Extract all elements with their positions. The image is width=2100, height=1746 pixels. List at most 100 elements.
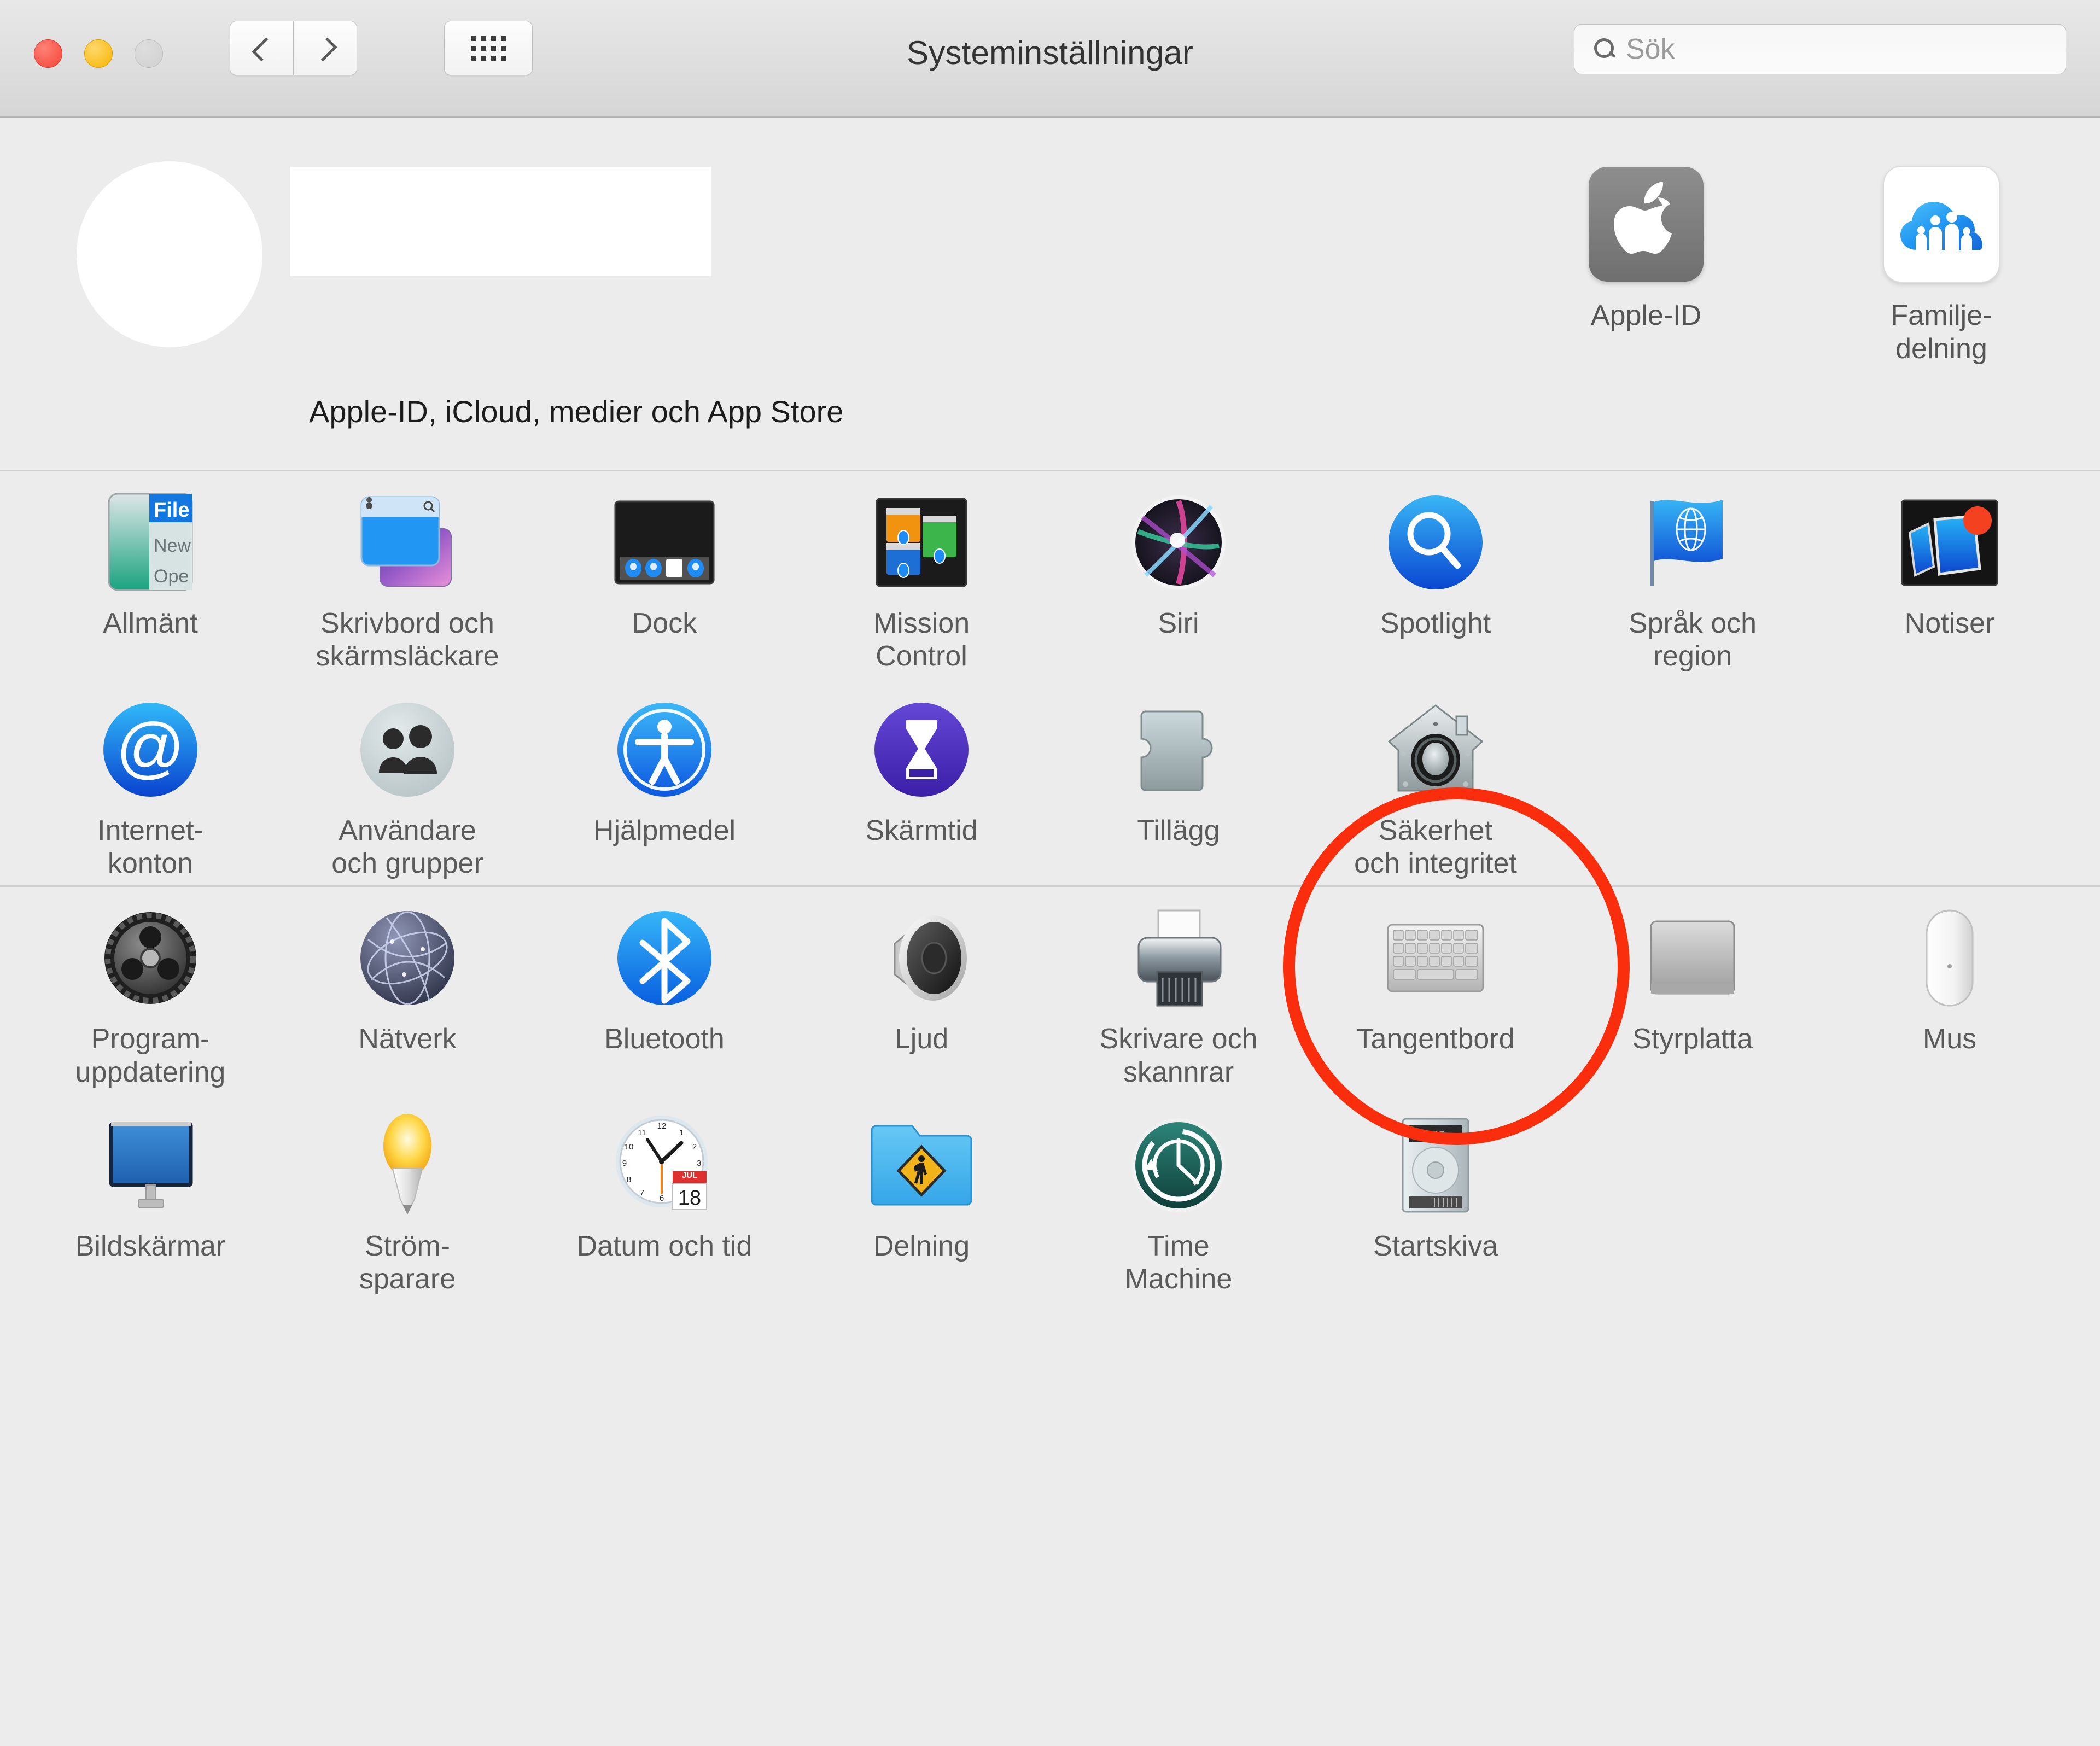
- family-label-line2: delning: [1895, 333, 1987, 365]
- pref-item-ljud[interactable]: Ljud: [793, 887, 1050, 1094]
- label-line1: Skrivbord och: [320, 608, 494, 639]
- pref-label: Allmänt: [103, 607, 197, 640]
- label-line1: Program-: [91, 1023, 210, 1055]
- label-line1: Bildskärmar: [75, 1230, 226, 1262]
- pref-item-tillagg[interactable]: Tillägg: [1050, 679, 1307, 886]
- pref-item-bluetooth[interactable]: Bluetooth: [536, 887, 793, 1094]
- banner-tile-family-sharing[interactable]: Familje-delning: [1827, 161, 2056, 366]
- banner-tile-label: Familje-delning: [1891, 299, 1992, 366]
- pref-item-allmant[interactable]: File New Ope Allmänt: [22, 471, 279, 679]
- pref-label: Dock: [632, 607, 697, 640]
- pref-item-anvandare-grupper[interactable]: Användare och grupper: [279, 679, 536, 886]
- label-line1: Säkerhet: [1378, 814, 1493, 846]
- pref-row: File New Ope Allmänt Skrivbord och skärm…: [0, 471, 2100, 679]
- pref-item-bildskarmar[interactable]: Bildskärmar: [22, 1094, 279, 1301]
- pref-label: Ström-sparare: [359, 1230, 456, 1296]
- pref-label: Skrivbord och skärmsläckare: [316, 607, 499, 673]
- account-subtitle: Apple-ID, iCloud, medier och App Store: [309, 394, 844, 429]
- pref-label: Time Machine: [1125, 1230, 1233, 1296]
- pref-item-datum-tid[interactable]: 1212 345 678 91011 JUL: [536, 1094, 793, 1301]
- pref-label: Mus: [1923, 1023, 1976, 1055]
- label-line1: Skärmtid: [865, 814, 978, 846]
- svg-text:@: @: [116, 710, 185, 785]
- language-region-icon: [1638, 488, 1747, 597]
- window-titlebar: Systeminställningar: [0, 0, 2100, 118]
- pref-item-siri[interactable]: Siri: [1050, 471, 1307, 679]
- pref-item-mus[interactable]: Mus: [1821, 887, 2078, 1094]
- label-line1: Time: [1147, 1230, 1210, 1262]
- pref-item-skrivbord-skarmslackare[interactable]: Skrivbord och skärmsläckare: [279, 471, 536, 679]
- pref-item-mission-control[interactable]: Mission Control: [793, 471, 1050, 679]
- time-machine-icon: [1124, 1111, 1233, 1220]
- pref-item-empty: [1821, 1094, 2078, 1301]
- pref-label: Notiser: [1905, 607, 1995, 640]
- label-line1: Delning: [873, 1230, 970, 1262]
- search-input[interactable]: [1625, 32, 2010, 66]
- family-cloud-glyph: [1900, 202, 1982, 250]
- pref-item-hjalpmedel[interactable]: Hjälpmedel: [536, 679, 793, 886]
- svg-text:7: 7: [640, 1188, 644, 1198]
- pref-item-styrplatta[interactable]: Styrplatta: [1564, 887, 1821, 1094]
- pref-item-stromsparare[interactable]: Ström-sparare: [279, 1094, 536, 1301]
- apple-id-banner[interactable]: Apple-ID, iCloud, medier och App Store A…: [0, 118, 2100, 471]
- label-line1: Mission: [873, 608, 970, 639]
- label-line1: Tillägg: [1137, 814, 1220, 846]
- desktop-screensaver-icon: [353, 488, 462, 597]
- pref-item-tangentbord[interactable]: Tangentbord: [1307, 887, 1564, 1094]
- pref-item-skarmtid[interactable]: Skärmtid: [793, 679, 1050, 886]
- apple-logo-icon: [1589, 167, 1704, 282]
- spotlight-icon: [1381, 488, 1490, 597]
- preferences-section-hardware: Program-uppdatering Nätverk Bluetooth Lj…: [0, 887, 2100, 1301]
- label-line1: Språk och: [1628, 608, 1757, 639]
- pref-label: Program-uppdatering: [75, 1023, 226, 1089]
- label-line1: Siri: [1158, 608, 1199, 639]
- dock-icon: [610, 488, 719, 597]
- svg-text:File: File: [154, 499, 189, 522]
- pref-item-skrivare-skannrar[interactable]: Skrivare och skannrar: [1050, 887, 1307, 1094]
- pref-label: Nätverk: [358, 1023, 456, 1055]
- label-line2: konton: [107, 847, 194, 879]
- label-line1: Bluetooth: [604, 1023, 725, 1055]
- svg-text:2: 2: [692, 1142, 697, 1152]
- label-line1: Nätverk: [358, 1023, 457, 1055]
- banner-tile-apple-id[interactable]: Apple-ID: [1531, 161, 1761, 332]
- svg-text:9: 9: [622, 1159, 627, 1168]
- label-line2: skärmsläckare: [316, 640, 499, 673]
- pref-item-notiser[interactable]: Notiser: [1821, 471, 2078, 679]
- pref-item-dock[interactable]: Dock: [536, 471, 793, 679]
- siri-icon: [1124, 488, 1233, 597]
- pref-item-delning[interactable]: Delning: [793, 1094, 1050, 1301]
- internet-accounts-icon: @: [96, 695, 205, 804]
- pref-item-programuppdatering[interactable]: Program-uppdatering: [22, 887, 279, 1094]
- pref-label: Datum och tid: [577, 1230, 752, 1263]
- screen-time-icon: [867, 695, 976, 804]
- label-line1: Ljud: [894, 1023, 949, 1055]
- label-line1: Tangentbord: [1356, 1023, 1515, 1055]
- pref-item-internetkonton[interactable]: @ Internet-konton: [22, 679, 279, 886]
- pref-item-sakerhet-integritet[interactable]: Säkerhet och integritet: [1307, 679, 1564, 886]
- pref-item-empty: [1564, 1094, 1821, 1301]
- pref-item-spotlight[interactable]: Spotlight: [1307, 471, 1564, 679]
- label-line1: Styrplatta: [1632, 1023, 1753, 1055]
- printers-scanners-icon: [1124, 903, 1233, 1013]
- family-sharing-icon-wrap: [1879, 161, 2004, 287]
- account-name-redaction: [290, 167, 711, 276]
- sound-icon: [867, 903, 976, 1013]
- search-icon: [1593, 37, 1617, 61]
- pref-item-sprak-region[interactable]: Språk och region: [1564, 471, 1821, 679]
- energy-saver-icon: [353, 1111, 462, 1220]
- pref-item-startskiva[interactable]: HDD Startskiva: [1307, 1094, 1564, 1301]
- svg-text:6: 6: [660, 1194, 664, 1203]
- pref-item-time-machine[interactable]: Time Machine: [1050, 1094, 1307, 1301]
- pref-label: Internet-konton: [97, 814, 203, 880]
- pref-label: Säkerhet och integritet: [1354, 814, 1517, 880]
- accessibility-icon: [610, 695, 719, 804]
- users-groups-icon: [353, 695, 462, 804]
- pref-item-natverk[interactable]: Nätverk: [279, 887, 536, 1094]
- search-field[interactable]: [1574, 24, 2066, 74]
- svg-text:8: 8: [627, 1175, 631, 1184]
- label-line1: Skrivare och: [1099, 1023, 1258, 1055]
- label-line1: Dock: [632, 608, 697, 639]
- label-line1: Användare: [339, 814, 476, 846]
- label-line1: Allmänt: [103, 608, 198, 639]
